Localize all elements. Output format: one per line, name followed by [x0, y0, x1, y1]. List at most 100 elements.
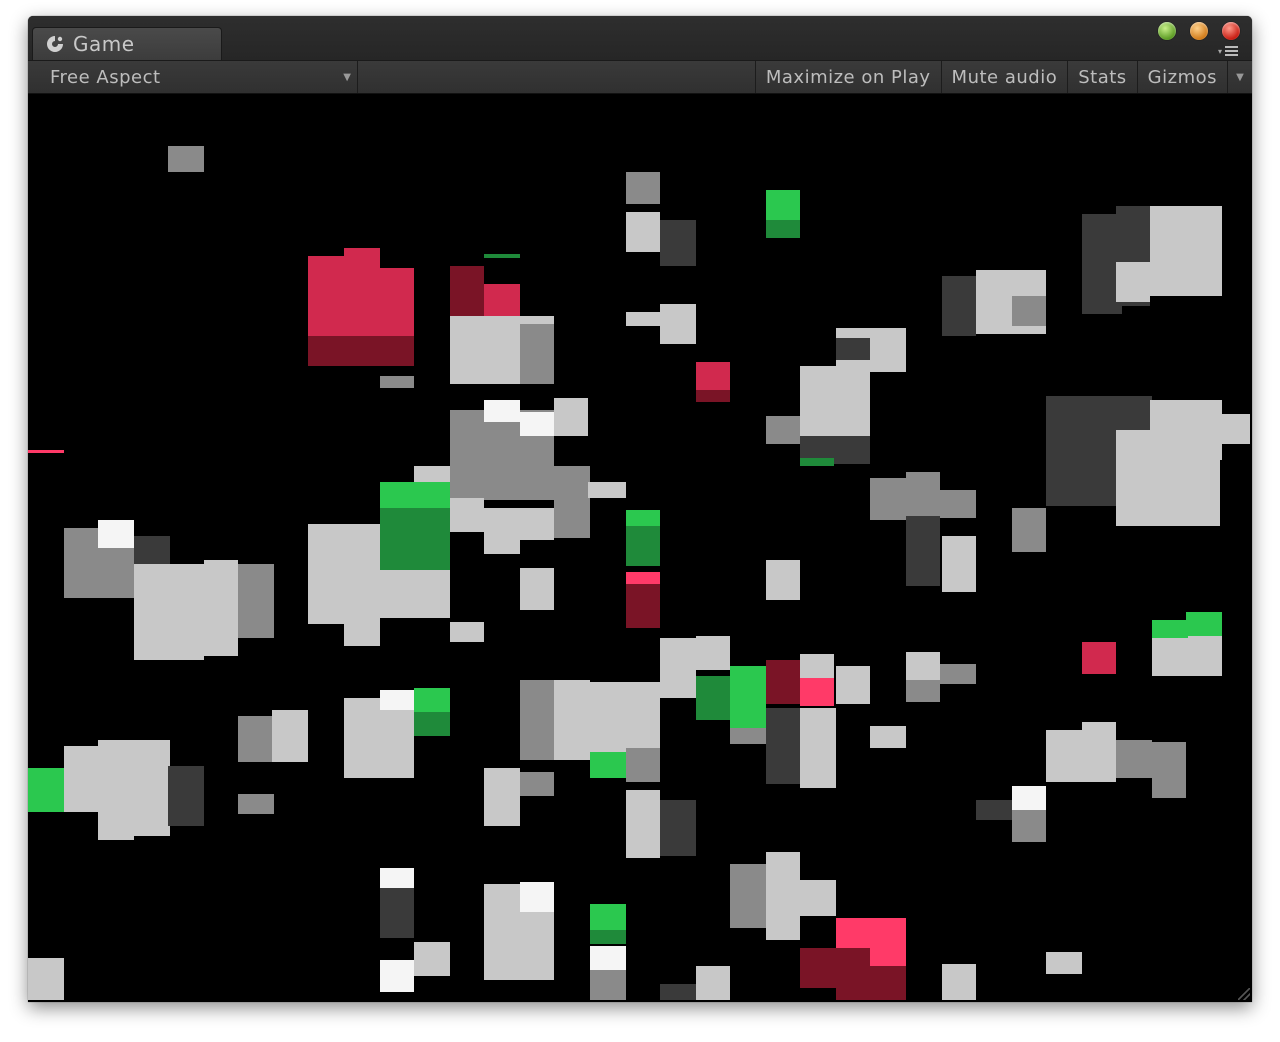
scene-cube	[1012, 508, 1046, 552]
scene-cube	[1152, 620, 1188, 638]
zoom-button[interactable]	[1158, 22, 1176, 40]
scene-cube	[1046, 396, 1116, 506]
scene-cube	[800, 880, 836, 916]
scene-cube	[730, 666, 766, 728]
scene-cube	[696, 636, 730, 670]
maximize-on-play-toggle[interactable]: Maximize on Play	[754, 61, 941, 93]
scene-cube	[238, 794, 274, 814]
scene-cube	[380, 508, 450, 578]
scene-cube	[484, 400, 520, 422]
game-toolbar: Free Aspect ▼ Maximize on Play Mute audi…	[28, 60, 1252, 94]
scene-cube	[590, 930, 626, 944]
scene-cube	[800, 708, 836, 788]
scene-cube	[906, 516, 940, 586]
scene-cube	[238, 716, 272, 762]
scene-cube	[696, 676, 730, 720]
scene-cube	[766, 190, 800, 220]
scene-cube	[1150, 206, 1222, 296]
scene-cube	[588, 682, 660, 754]
scene-cube	[1012, 296, 1046, 326]
window-controls	[1158, 22, 1240, 40]
scene-cube	[380, 690, 414, 710]
scene-cube	[660, 638, 696, 698]
game-viewport[interactable]	[28, 94, 1252, 1002]
scene-cube	[976, 800, 1012, 820]
aspect-dropdown[interactable]: Free Aspect ▼	[28, 61, 358, 93]
scene-cube	[520, 882, 554, 912]
stats-toggle[interactable]: Stats	[1067, 61, 1136, 93]
scene-cube	[450, 266, 484, 316]
scene-cube	[1186, 612, 1222, 636]
scene-cube	[98, 740, 134, 840]
scene-cube	[766, 560, 800, 600]
scene-cube	[660, 304, 696, 344]
scene-cube	[626, 172, 660, 204]
scene-cube	[660, 220, 696, 266]
scene-cube	[28, 450, 64, 453]
scene-cube	[696, 362, 730, 390]
gizmos-toggle[interactable]: Gizmos	[1136, 61, 1227, 93]
scene-cube	[520, 412, 554, 436]
mute-audio-toggle[interactable]: Mute audio	[940, 61, 1068, 93]
scene-cube	[344, 608, 380, 646]
scene-cube	[730, 728, 766, 744]
scene-render	[28, 146, 1250, 1000]
scene-cube	[134, 564, 204, 660]
aspect-dropdown-label: Free Aspect	[50, 66, 161, 88]
scene-cube	[588, 482, 626, 498]
scene-cube	[766, 416, 800, 444]
scene-cube	[942, 964, 976, 1000]
tab-game-label: Game	[73, 32, 135, 56]
scene-cube	[626, 312, 660, 326]
scene-cube	[1046, 952, 1082, 974]
scene-cube	[204, 560, 238, 656]
scene-cube	[380, 868, 414, 890]
tab-game[interactable]: Game	[32, 27, 222, 60]
scene-cube	[484, 768, 520, 826]
panel-menu-icon[interactable]: ▾	[1218, 45, 1242, 57]
scene-cube	[800, 654, 834, 678]
scene-cube	[1116, 262, 1150, 302]
scene-cube	[134, 740, 170, 836]
scene-cube	[520, 772, 554, 796]
scene-cube	[800, 366, 870, 436]
scene-cube	[696, 390, 730, 402]
scene-cube	[836, 966, 906, 1000]
scene-cube	[940, 490, 976, 518]
game-window: Game ▾ Free Aspect ▼ Maximize on Play Mu…	[28, 16, 1252, 1002]
unity-game-icon	[45, 34, 65, 54]
scene-cube	[414, 712, 450, 736]
scene-cube	[238, 564, 274, 638]
scene-cube	[836, 666, 870, 704]
scene-cube	[450, 622, 484, 642]
minimize-button[interactable]	[1190, 22, 1208, 40]
resize-grip-icon[interactable]	[1238, 988, 1250, 1000]
scene-cube	[626, 790, 660, 858]
scene-cube	[554, 466, 590, 538]
scene-cube	[484, 254, 520, 258]
scene-cube	[626, 572, 660, 584]
scene-cube	[870, 478, 906, 520]
scene-cube	[1220, 414, 1250, 444]
scene-cube	[308, 336, 414, 366]
scene-cube	[836, 338, 870, 360]
scene-cube	[870, 726, 906, 748]
close-button[interactable]	[1222, 22, 1240, 40]
scene-cube	[168, 766, 204, 826]
scene-cube	[696, 966, 730, 1000]
chevron-down-icon: ▼	[343, 71, 351, 83]
scene-cube	[590, 904, 626, 934]
scene-cube	[660, 800, 696, 856]
scene-cube	[626, 510, 660, 526]
gizmos-dropdown-icon[interactable]: ▼	[1227, 61, 1252, 93]
scene-cube	[906, 472, 940, 516]
scene-cube	[590, 970, 626, 1000]
scene-cube	[730, 864, 766, 928]
scene-cube	[1082, 642, 1116, 674]
scene-cube	[1152, 742, 1186, 798]
scene-cube	[590, 946, 626, 972]
scene-cube	[660, 984, 696, 1000]
scene-cube	[484, 508, 554, 540]
scene-cube	[380, 888, 414, 938]
scene-cube	[134, 536, 170, 566]
